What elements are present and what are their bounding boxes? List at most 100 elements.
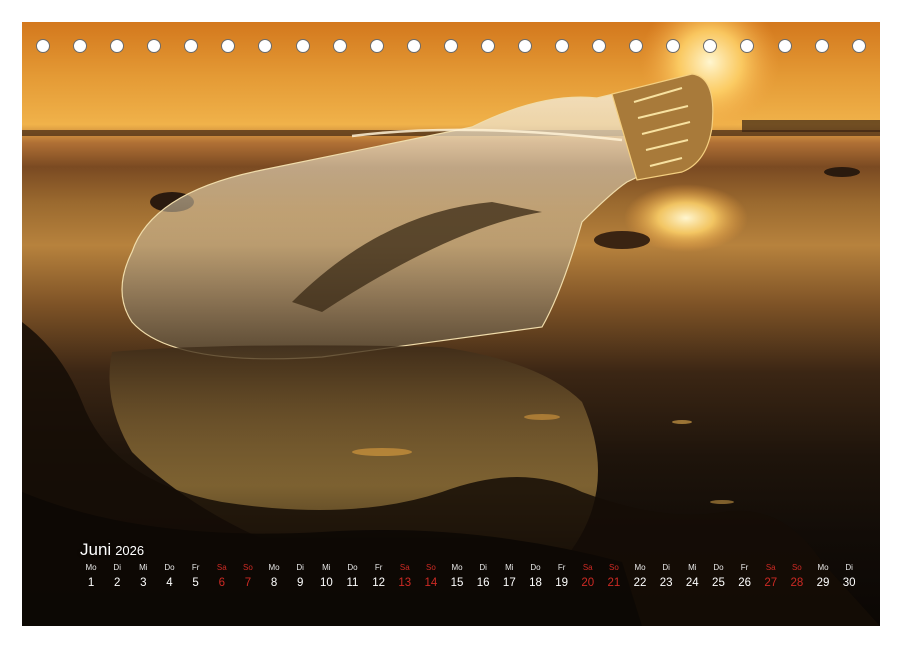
- day-cell: Mo 22: [627, 562, 653, 592]
- day-cell: Mo 15: [444, 562, 470, 592]
- binding-hole: [332, 39, 347, 53]
- day-cell: Mo 29: [810, 562, 836, 592]
- day-number: 27: [764, 577, 778, 589]
- day-number: 6: [218, 577, 225, 589]
- binding-holes: [36, 39, 866, 57]
- binding-hole: [258, 39, 273, 53]
- day-number: 10: [319, 577, 333, 589]
- binding-hole: [369, 39, 384, 53]
- day-number: 29: [816, 577, 830, 589]
- day-cell: Di 23: [653, 562, 679, 592]
- weekday-label: Mi: [688, 563, 697, 572]
- binding-hole: [406, 39, 421, 53]
- day-number: 24: [685, 577, 699, 589]
- weekday-label: Do: [347, 563, 358, 572]
- binding-hole: [666, 39, 681, 53]
- binding-hole: [73, 39, 88, 53]
- day-cell: Di 30: [836, 562, 862, 592]
- weekday-label: Sa: [216, 563, 227, 572]
- binding-hole: [703, 39, 718, 53]
- weekday-label: Fr: [557, 563, 566, 572]
- day-number: 26: [738, 577, 751, 589]
- weekday-label: Mo: [85, 563, 97, 572]
- weekday-label: Fr: [374, 563, 383, 572]
- binding-hole: [851, 39, 866, 53]
- day-cell: Fr 12: [366, 562, 392, 592]
- weekday-label: Mo: [634, 563, 646, 572]
- day-cell: Fr 26: [732, 562, 758, 592]
- binding-hole: [221, 39, 236, 53]
- weekday-label: So: [608, 563, 619, 572]
- day-cell: So 14: [418, 562, 444, 592]
- day-number: 20: [581, 577, 595, 589]
- weekday-label: So: [426, 563, 436, 572]
- day-number: 1: [87, 577, 95, 589]
- day-number: 21: [607, 577, 621, 589]
- binding-hole: [555, 39, 570, 53]
- weekday-label: Di: [845, 563, 853, 572]
- day-number: 2: [114, 577, 121, 589]
- binding-hole: [592, 39, 607, 53]
- day-cell: Sa 6: [209, 562, 235, 592]
- weekday-label: Do: [164, 563, 175, 572]
- day-cell: Fr 19: [549, 562, 575, 592]
- day-number: 17: [502, 577, 516, 589]
- weekday-label: Fr: [740, 563, 749, 572]
- weekday-label: So: [243, 563, 253, 572]
- day-number: 22: [633, 577, 647, 589]
- day-number: 14: [424, 577, 438, 589]
- weekday-label: Mo: [451, 563, 463, 572]
- month-label: Juni: [80, 540, 112, 559]
- weekday-label: Mi: [505, 563, 514, 572]
- day-number: 11: [346, 577, 359, 589]
- binding-hole: [777, 39, 792, 53]
- day-cell: Mi 3: [130, 562, 156, 592]
- day-cell: So 21: [601, 562, 627, 592]
- binding-hole: [295, 39, 310, 53]
- weekday-label: Sa: [765, 563, 776, 572]
- binding-hole: [814, 39, 829, 53]
- day-number: 9: [296, 577, 304, 589]
- weekday-label: Do: [713, 563, 724, 572]
- weekday-label: Do: [530, 563, 541, 572]
- weekday-label: Fr: [191, 563, 200, 572]
- month-title: Juni 2026: [80, 540, 144, 560]
- day-cell: Do 25: [705, 562, 731, 592]
- day-cell: Mo 8: [261, 562, 287, 592]
- calendar-page: Juni 2026 Mo 1 Di 2 Mi 3 Do 4 Fr 5 Sa 6 So 7 Mo 8 Di 9 Mi 10…: [22, 22, 880, 626]
- day-cell: Mi 24: [679, 562, 705, 592]
- weekday-label: Sa: [582, 563, 593, 572]
- day-number: 18: [529, 577, 542, 589]
- day-number: 5: [192, 577, 199, 589]
- weekday-label: Di: [662, 563, 670, 572]
- day-cell: Mo 1: [78, 562, 104, 592]
- day-number: 12: [372, 577, 386, 589]
- binding-hole: [518, 39, 533, 53]
- day-cell: Sa 27: [758, 562, 784, 592]
- day-cell: Mi 10: [313, 562, 339, 592]
- day-cell: Do 11: [339, 562, 365, 592]
- day-number: 25: [712, 577, 725, 589]
- bottle-on-beach-photo: [22, 22, 880, 626]
- day-number: 8: [270, 577, 278, 589]
- day-cell: Sa 20: [575, 562, 601, 592]
- weekday-label: Mi: [139, 563, 148, 572]
- day-number: 15: [450, 577, 464, 589]
- day-number: 7: [244, 577, 252, 589]
- weekday-label: Di: [296, 563, 304, 572]
- binding-hole: [740, 39, 755, 53]
- day-number: 4: [166, 577, 173, 589]
- day-cell: Di 2: [104, 562, 130, 592]
- binding-hole: [629, 39, 644, 53]
- day-number: 28: [790, 577, 804, 589]
- day-cell: Do 18: [522, 562, 548, 592]
- day-number: 30: [842, 577, 856, 589]
- weekday-label: So: [791, 563, 802, 572]
- day-number: 3: [140, 577, 147, 589]
- day-cell: So 7: [235, 562, 261, 592]
- binding-hole: [480, 39, 495, 53]
- day-row: Mo 1 Di 2 Mi 3 Do 4 Fr 5 Sa 6 So 7 Mo 8 Di 9 Mi 10 Do 11 Fr 12 S…: [78, 562, 862, 592]
- weekday-label: Sa: [399, 563, 410, 572]
- day-number: 19: [555, 577, 568, 589]
- binding-hole: [110, 39, 125, 53]
